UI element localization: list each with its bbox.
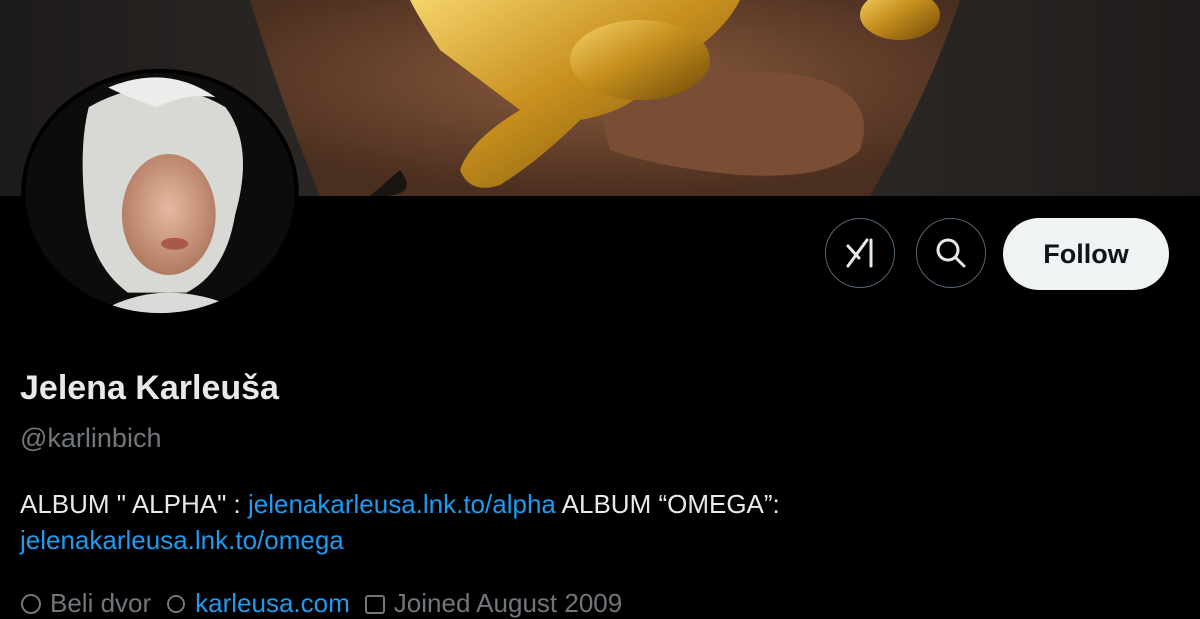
avatar[interactable] [20, 68, 306, 324]
grok-icon [846, 238, 873, 268]
joined-text: Joined August 2009 [393, 588, 623, 618]
follow-button[interactable]: Follow [1003, 218, 1169, 290]
bio-link-alpha[interactable]: jelenakarleusa.lnk.to/alpha [248, 489, 556, 519]
location-text: Beli dvor [50, 588, 152, 618]
calendar-icon [364, 594, 385, 614]
website-link[interactable]: karleusa.com [195, 588, 350, 619]
profile-meta: Beli dvor karleusa.com Joined August 200… [20, 588, 622, 619]
bio-text-1: ALBUM " ALPHA" : [20, 489, 248, 519]
bio-link-omega[interactable]: jelenakarleusa.lnk.to/omega [20, 525, 344, 555]
profile-name: Jelena Karleuša [20, 369, 279, 407]
profile-handle: @karlinbich [20, 423, 162, 453]
avatar-photo [21, 68, 299, 318]
grok-button[interactable] [825, 218, 895, 288]
location-icon [21, 593, 41, 614]
link-icon [167, 594, 186, 613]
search-icon [936, 238, 966, 268]
search-button[interactable] [916, 218, 986, 288]
bio-text-2: ALBUM “OMEGA”: [555, 489, 780, 519]
location-item: Beli dvor [20, 588, 151, 619]
joined-item: Joined August 2009 [364, 588, 622, 619]
profile-bio: ALBUM " ALPHA" : jelenakarleusa.lnk.to/a… [20, 486, 1180, 558]
website-item: karleusa.com [165, 588, 350, 619]
